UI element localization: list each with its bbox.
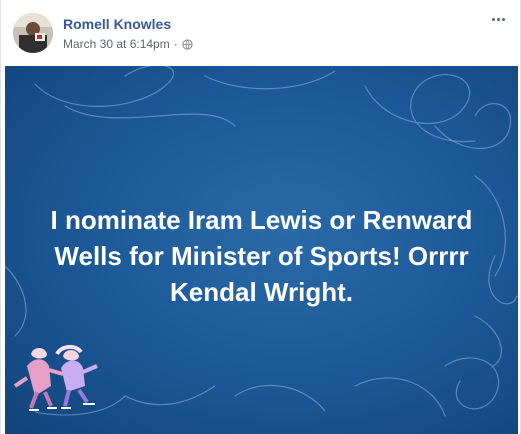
post-card: Romell Knowles March 30 at 6:14pm · I no… bbox=[0, 0, 521, 434]
author-avatar[interactable] bbox=[13, 13, 53, 53]
avatar-image bbox=[13, 13, 53, 53]
globe-icon[interactable] bbox=[182, 38, 193, 50]
post-timestamp[interactable]: March 30 at 6:14pm bbox=[63, 37, 170, 51]
meta-separator: · bbox=[173, 37, 178, 51]
author-name[interactable]: Romell Knowles bbox=[63, 16, 171, 32]
post-meta: March 30 at 6:14pm · bbox=[63, 37, 193, 51]
more-options-icon[interactable] bbox=[488, 12, 508, 26]
status-background: I nominate Iram Lewis or Renward Wells f… bbox=[5, 66, 518, 434]
status-text: I nominate Iram Lewis or Renward Wells f… bbox=[50, 205, 473, 307]
post-header: Romell Knowles March 30 at 6:14pm · bbox=[1, 0, 520, 66]
